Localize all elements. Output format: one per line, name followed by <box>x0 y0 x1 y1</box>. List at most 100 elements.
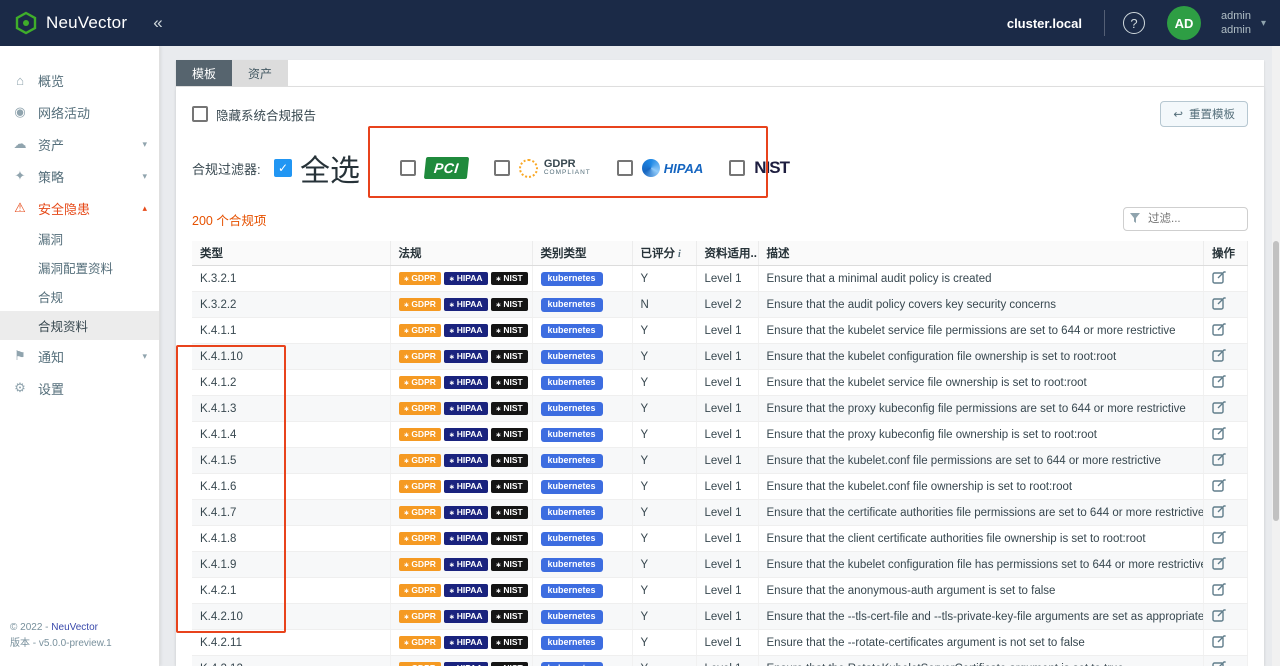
edit-icon[interactable] <box>1212 374 1226 388</box>
scored-cell: Y <box>632 500 696 526</box>
sidebar-item-label: 漏洞配置资料 <box>38 258 147 277</box>
user-text: admin admin <box>1221 9 1251 38</box>
edit-icon[interactable] <box>1212 608 1226 622</box>
table-row[interactable]: K.4.1.4 GDPRHIPAANIST kubernetes Y Level… <box>192 422 1248 448</box>
tab-assets[interactable]: 资产 <box>232 60 288 86</box>
profile-cell: Level 1 <box>696 474 758 500</box>
filter-nist: NIST <box>729 158 789 178</box>
avatar[interactable]: AD <box>1167 6 1201 40</box>
table-row[interactable]: K.4.2.10 GDPRHIPAANIST kubernetes Y Leve… <box>192 604 1248 630</box>
profile-cell: Level 1 <box>696 344 758 370</box>
neuvector-link[interactable]: NeuVector <box>51 622 98 633</box>
scored-cell: Y <box>632 266 696 292</box>
kubernetes-badge: kubernetes <box>541 506 603 520</box>
table-filter <box>1123 207 1248 231</box>
table-row[interactable]: K.4.1.5 GDPRHIPAANIST kubernetes Y Level… <box>192 448 1248 474</box>
edit-icon[interactable] <box>1212 660 1226 666</box>
table-filter-input[interactable] <box>1123 207 1248 231</box>
table-row[interactable]: K.4.1.9 GDPRHIPAANIST kubernetes Y Level… <box>192 552 1248 578</box>
regulations-cell: GDPRHIPAANIST <box>390 396 532 422</box>
help-icon[interactable]: ? <box>1123 12 1145 34</box>
table-row[interactable]: K.4.1.10 GDPRHIPAANIST kubernetes Y Leve… <box>192 344 1248 370</box>
sidebar-item-network-activity[interactable]: ◉ 网络活动 <box>0 96 159 128</box>
sidebar-item-label: 通知 <box>38 347 132 366</box>
gdpr-badge: GDPR <box>399 610 441 623</box>
sidebar-item-settings[interactable]: ⚙ 设置 <box>0 372 159 404</box>
nist-badge: NIST <box>491 350 528 363</box>
col-description[interactable]: 描述 <box>758 241 1204 266</box>
category-cell: kubernetes <box>532 578 632 604</box>
col-profile[interactable]: 资料适用.. <box>696 241 758 266</box>
gdpr-badge: GDPR <box>399 428 441 441</box>
table-row[interactable]: K.4.2.1 GDPRHIPAANIST kubernetes Y Level… <box>192 578 1248 604</box>
scored-cell: Y <box>632 656 696 666</box>
tab-template[interactable]: 模板 <box>176 60 232 86</box>
regulations-cell: GDPRHIPAANIST <box>390 370 532 396</box>
hipaa-checkbox[interactable] <box>617 160 633 176</box>
pci-checkbox[interactable] <box>400 160 416 176</box>
sidebar-item-vulnerabilities[interactable]: 漏洞 <box>0 224 159 253</box>
description-cell: Ensure that the kubelet.conf file owners… <box>758 474 1204 500</box>
sidebar-item-notifications[interactable]: ⚑ 通知 ▾ <box>0 340 159 372</box>
edit-icon[interactable] <box>1212 400 1226 414</box>
scored-cell: Y <box>632 422 696 448</box>
table-row[interactable]: K.4.1.1 GDPRHIPAANIST kubernetes Y Level… <box>192 318 1248 344</box>
edit-icon[interactable] <box>1212 296 1226 310</box>
edit-icon[interactable] <box>1212 634 1226 648</box>
table-row[interactable]: K.4.1.3 GDPRHIPAANIST kubernetes Y Level… <box>192 396 1248 422</box>
category-cell: kubernetes <box>532 630 632 656</box>
table-row[interactable]: K.4.2.12 GDPRHIPAANIST kubernetes Y Leve… <box>192 656 1248 666</box>
edit-icon[interactable] <box>1212 322 1226 336</box>
select-all-checkbox[interactable]: ✓ <box>274 159 292 177</box>
user-menu[interactable]: AD admin admin ▾ <box>1167 6 1266 40</box>
table-row[interactable]: K.4.1.6 GDPRHIPAANIST kubernetes Y Level… <box>192 474 1248 500</box>
hipaa-badge: HIPAA <box>444 480 488 493</box>
col-regulations[interactable]: 法规 <box>390 241 532 266</box>
regulations-cell: GDPRHIPAANIST <box>390 552 532 578</box>
reset-template-button[interactable]: ↩ 重置模板 <box>1160 101 1248 127</box>
count-row: 200 个合规项 <box>192 207 1248 231</box>
actions-cell <box>1204 422 1248 448</box>
table-row[interactable]: K.4.1.8 GDPRHIPAANIST kubernetes Y Level… <box>192 526 1248 552</box>
sidebar-item-vulnerability-profile[interactable]: 漏洞配置资料 <box>0 253 159 282</box>
description-cell: Ensure that the certificate authorities … <box>758 500 1204 526</box>
scrollbar-thumb[interactable] <box>1273 241 1279 521</box>
edit-icon[interactable] <box>1212 452 1226 466</box>
kubernetes-badge: kubernetes <box>541 662 603 666</box>
table-row[interactable]: K.4.1.2 GDPRHIPAANIST kubernetes Y Level… <box>192 370 1248 396</box>
col-category[interactable]: 类别类型 <box>532 241 632 266</box>
profile-cell: Level 1 <box>696 422 758 448</box>
hipaa-badge: HIPAA <box>444 324 488 337</box>
gdpr-logo: GDPR COMPLIANT <box>519 159 591 178</box>
table-row[interactable]: K.3.2.1 GDPRHIPAANIST kubernetes Y Level… <box>192 266 1248 292</box>
sidebar-item-assets[interactable]: ☁ 资产 ▾ <box>0 128 159 160</box>
sidebar-item-policy[interactable]: ✦ 策略 ▾ <box>0 160 159 192</box>
gdpr-badge: GDPR <box>399 532 441 545</box>
table-row[interactable]: K.3.2.2 GDPRHIPAANIST kubernetes N Level… <box>192 292 1248 318</box>
col-scored[interactable]: 已评分i <box>632 241 696 266</box>
edit-icon[interactable] <box>1212 478 1226 492</box>
edit-icon[interactable] <box>1212 556 1226 570</box>
table-row[interactable]: K.4.2.11 GDPRHIPAANIST kubernetes Y Leve… <box>192 630 1248 656</box>
edit-icon[interactable] <box>1212 504 1226 518</box>
edit-icon[interactable] <box>1212 270 1226 284</box>
nist-checkbox[interactable] <box>729 160 745 176</box>
table-row[interactable]: K.4.1.7 GDPRHIPAANIST kubernetes Y Level… <box>192 500 1248 526</box>
edit-icon[interactable] <box>1212 348 1226 362</box>
description-cell: Ensure that the kubelet service file per… <box>758 318 1204 344</box>
edit-icon[interactable] <box>1212 426 1226 440</box>
hide-system-checkbox[interactable] <box>192 106 208 122</box>
page-scrollbar[interactable] <box>1272 46 1280 666</box>
sidebar-item-compliance[interactable]: 合规 <box>0 282 159 311</box>
category-cell: kubernetes <box>532 396 632 422</box>
gdpr-badge: GDPR <box>399 272 441 285</box>
brand-name: NeuVector <box>46 13 127 33</box>
sidebar-item-security-risks[interactable]: ⚠ 安全隐患 ▴ <box>0 192 159 224</box>
col-type[interactable]: 类型 <box>192 241 390 266</box>
gdpr-checkbox[interactable] <box>494 160 510 176</box>
edit-icon[interactable] <box>1212 530 1226 544</box>
sidebar-collapse-icon[interactable]: « <box>153 13 162 33</box>
edit-icon[interactable] <box>1212 582 1226 596</box>
sidebar-item-overview[interactable]: ⌂ 概览 <box>0 64 159 96</box>
sidebar-item-compliance-profile[interactable]: 合规资料 <box>0 311 159 340</box>
